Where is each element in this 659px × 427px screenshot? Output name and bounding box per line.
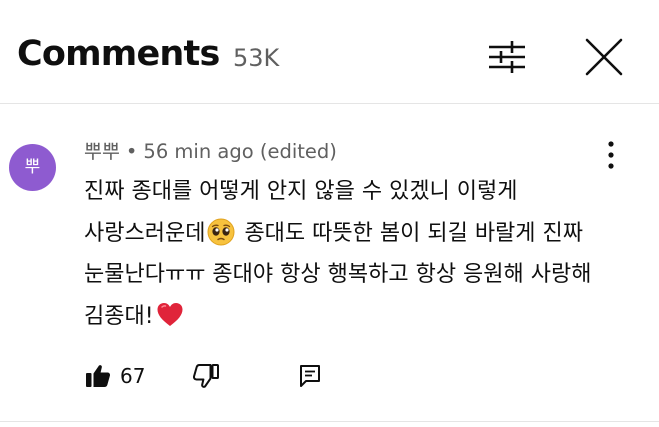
reply-button[interactable]	[298, 364, 322, 388]
comment-actions: 67	[0, 359, 659, 391]
comment-time: 56 min ago	[143, 140, 254, 163]
comments-count: 53K	[233, 44, 280, 72]
comments-panel: Comments 53K 뿌 뿌뿌 • 56 min ago (edited) …	[0, 0, 659, 427]
pleading-face-emoji	[207, 218, 235, 246]
comment-meta: 뿌뿌 • 56 min ago (edited)	[84, 137, 337, 167]
reply-comment-icon	[300, 365, 320, 387]
thumbs-up-filled-icon	[86, 365, 111, 387]
dislike-button[interactable]	[193, 363, 219, 389]
comments-header: Comments 53K	[0, 0, 659, 104]
comment-text: 진짜 종대를 어떻게 안지 않을 수 있겠니 이렇게 사랑스러운데 종대도 따뜻…	[84, 171, 624, 337]
comment-menu-button[interactable]	[600, 138, 622, 172]
like-count: 67	[120, 364, 146, 388]
sort-filter-button[interactable]	[488, 38, 526, 76]
red-heart-emoji	[156, 301, 184, 329]
comment-item: 뿌 뿌뿌 • 56 min ago (edited) 진짜 종대를 어떻게 안지 않…	[0, 104, 659, 404]
meta-separator: •	[125, 140, 138, 163]
edited-label: (edited)	[259, 140, 337, 163]
close-button[interactable]	[584, 37, 624, 77]
comment-author[interactable]: 뿌뿌	[84, 140, 120, 163]
more-vertical-icon	[608, 141, 614, 169]
thumbs-down-outline-icon	[193, 364, 219, 388]
like-button[interactable]	[85, 363, 111, 389]
comment-divider	[0, 421, 659, 422]
avatar[interactable]: 뿌	[9, 144, 56, 191]
comments-title: Comments	[17, 34, 220, 74]
sort-sliders-icon	[489, 41, 525, 73]
close-icon	[585, 38, 623, 76]
